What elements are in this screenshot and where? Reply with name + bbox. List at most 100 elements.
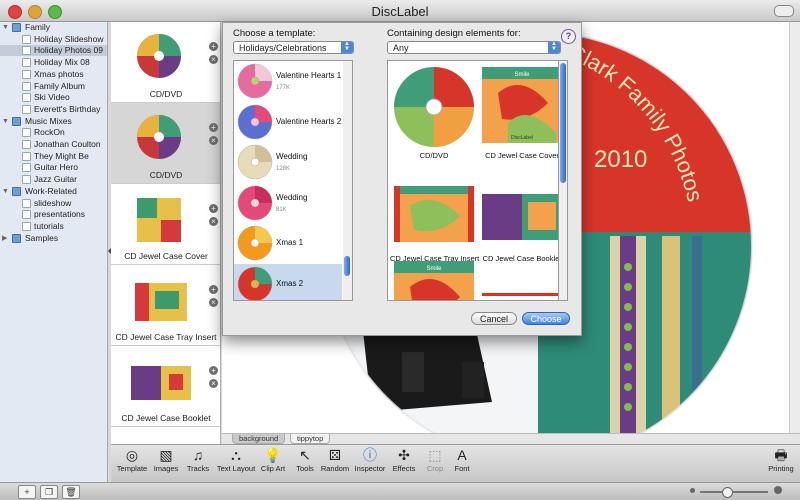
design-elements-grid[interactable]: CD/DVD Smile DiscLabel CD Jewel Case Cover C… bbox=[387, 60, 567, 301]
add-element-icon[interactable]: + bbox=[209, 123, 218, 132]
random-icon: ⚄ bbox=[328, 447, 342, 463]
design-elements-popup[interactable]: Any ▲ ▼ bbox=[387, 41, 561, 54]
add-element-icon[interactable]: + bbox=[209, 366, 218, 375]
thumbnail-0[interactable]: + × CD/DVD bbox=[111, 22, 220, 103]
tool-label: Font bbox=[454, 464, 470, 473]
tool-font-button[interactable]: A Font bbox=[452, 446, 472, 480]
add-element-icon[interactable]: + bbox=[209, 42, 218, 51]
tool-label: Crop bbox=[426, 464, 444, 473]
tool-tracks-button[interactable]: ♫ Tracks bbox=[184, 446, 212, 480]
template-item[interactable]: Xmas 2 bbox=[234, 263, 342, 300]
sidebar-item[interactable]: Jonathan Coulton bbox=[0, 139, 107, 150]
tool-random-button[interactable]: ⚄ Random bbox=[320, 446, 350, 480]
thumbnail-4[interactable]: + × CD Jewel Case Booklet bbox=[111, 346, 220, 427]
sidebar-item[interactable]: Holiday Mix 08 bbox=[0, 57, 107, 68]
template-list-scrollbar[interactable] bbox=[343, 60, 353, 301]
tool-text-layout-button[interactable]: ⛬ Text Layout bbox=[216, 446, 256, 480]
sidebar-item[interactable]: Family Album bbox=[0, 81, 107, 92]
tool-clip-art-button[interactable]: 💡 Clip Art bbox=[258, 446, 288, 480]
sidebar-item[interactable]: RockOn bbox=[0, 127, 107, 138]
sidebar-item[interactable]: Holiday Slideshow bbox=[0, 34, 107, 45]
tool-images-button[interactable]: ▧ Images bbox=[150, 446, 182, 480]
design-element-3[interactable]: CD Jewel Case Booklet bbox=[478, 166, 566, 266]
sidebar-item-label: Guitar Hero bbox=[34, 162, 78, 173]
zoom-slider-knob[interactable] bbox=[722, 487, 733, 498]
sidebar-group[interactable]: ▼ Family bbox=[0, 22, 107, 33]
layer-tab-background[interactable]: background bbox=[232, 434, 286, 444]
design-element-0[interactable]: CD/DVD bbox=[390, 63, 478, 163]
zoom-out-icon[interactable] bbox=[690, 488, 695, 493]
sidebar-group[interactable]: ▶ Samples bbox=[0, 233, 107, 244]
template-item[interactable]: Xmas 1 bbox=[234, 223, 342, 263]
document-icon bbox=[22, 93, 31, 103]
template-item[interactable]: Wedding 128K bbox=[234, 142, 342, 182]
sidebar-item[interactable]: tutorials bbox=[0, 221, 107, 232]
tool-label: Inspector bbox=[354, 464, 386, 473]
template-category-popup[interactable]: Holidays/Celebrations ▲ ▼ bbox=[233, 41, 354, 54]
disclosure-open-icon[interactable]: ▼ bbox=[2, 186, 9, 197]
thumbnail-1[interactable]: + × CD/DVD bbox=[111, 103, 220, 184]
sidebar-item[interactable]: Holiday Photos 09 bbox=[0, 45, 107, 57]
sidebar-item[interactable]: presentations bbox=[0, 209, 107, 220]
design-element-2[interactable]: CD Jewel Case Tray Insert bbox=[390, 166, 479, 266]
thumbnail-preview bbox=[137, 115, 181, 159]
printing-button[interactable]: 🖶 Printing bbox=[764, 446, 798, 480]
zoom-slider-track[interactable] bbox=[700, 491, 768, 493]
canvas-vertical-scrollbar[interactable] bbox=[789, 22, 800, 444]
sidebar-group[interactable]: ▼ Work-Related bbox=[0, 186, 107, 197]
add-element-icon[interactable]: + bbox=[209, 204, 218, 213]
remove-element-icon[interactable]: × bbox=[209, 379, 218, 388]
choose-button[interactable]: Choose bbox=[522, 312, 570, 325]
thumbnail-2[interactable]: + × CD Jewel Case Cover bbox=[111, 184, 220, 265]
tool-tools-button[interactable]: ↖ Tools bbox=[293, 446, 317, 480]
disclosure-open-icon[interactable]: ▼ bbox=[2, 116, 9, 127]
trash-button[interactable]: 🗑 bbox=[62, 485, 80, 499]
label-year-text[interactable]: 2010 bbox=[594, 146, 647, 173]
remove-element-icon[interactable]: × bbox=[209, 298, 218, 307]
remove-element-icon[interactable]: × bbox=[209, 217, 218, 226]
sidebar-item[interactable]: Guitar Hero bbox=[0, 162, 107, 173]
element-banner-text: Smile bbox=[426, 266, 442, 272]
toolbar-toggle-button[interactable] bbox=[774, 5, 794, 17]
tool-label: Text Layout bbox=[216, 464, 256, 473]
sidebar-group[interactable]: ▼ Music Mixes bbox=[0, 115, 107, 127]
sidebar-item[interactable]: slideshow bbox=[0, 198, 107, 209]
add-element-icon[interactable]: + bbox=[209, 285, 218, 294]
disclosure-open-icon[interactable]: ▼ bbox=[2, 22, 9, 33]
sidebar-item[interactable]: They Might Be bbox=[0, 151, 107, 162]
design-elements-scrollbar[interactable] bbox=[558, 60, 568, 301]
tool-inspector-button[interactable]: ⓘ Inspector bbox=[353, 446, 387, 480]
design-element-caption: CD Jewel Case Cover bbox=[485, 151, 559, 160]
remove-element-icon[interactable]: × bbox=[209, 55, 218, 64]
sidebar-item[interactable]: Xmas photos bbox=[0, 69, 107, 80]
template-list[interactable]: Valentine Hearts 1 177K Valentine Hearts 2… bbox=[233, 60, 353, 301]
template-item[interactable]: Valentine Hearts 1 177K bbox=[234, 61, 342, 101]
layer-tab-tippytop[interactable]: tippytop bbox=[290, 434, 331, 444]
sidebar-item[interactable]: Everett's Birthday bbox=[0, 104, 107, 115]
design-element-5[interactable] bbox=[478, 257, 566, 300]
duplicate-button[interactable]: ❐ bbox=[40, 485, 58, 499]
design-elements-scroll-knob[interactable] bbox=[560, 63, 566, 183]
document-thumbnail-strip: + × CD/DVD + × CD/DVD + × CD Jewel Case Cover + × C… bbox=[111, 22, 221, 444]
tool-effects-button[interactable]: ✣ Effects bbox=[390, 446, 418, 480]
sidebar-item[interactable]: Jazz Guitar bbox=[0, 174, 107, 185]
design-element-1[interactable]: Smile DiscLabel CD Jewel Case Cover bbox=[478, 63, 566, 163]
disclosure-closed-icon[interactable]: ▶ bbox=[2, 233, 7, 244]
sidebar-item[interactable]: Ski Video bbox=[0, 92, 107, 103]
tracks-icon: ♫ bbox=[192, 447, 204, 463]
template-list-scroll-knob[interactable] bbox=[344, 256, 350, 276]
design-element-4[interactable]: Smile bbox=[390, 257, 478, 300]
sidebar-group-label: Music Mixes bbox=[25, 115, 72, 126]
cancel-button[interactable]: Cancel bbox=[471, 312, 517, 325]
add-project-button[interactable]: + bbox=[18, 485, 36, 499]
template-disc-preview bbox=[237, 185, 273, 220]
remove-element-icon[interactable]: × bbox=[209, 136, 218, 145]
choose-template-sheet: Choose a template: Holidays/Celebrations… bbox=[222, 22, 582, 336]
thumbnail-3[interactable]: + × CD Jewel Case Tray Insert bbox=[111, 265, 220, 346]
collapse-arrow-icon[interactable] bbox=[108, 248, 111, 254]
zoom-in-icon[interactable] bbox=[774, 486, 782, 494]
tool-template-button[interactable]: ◎ Template bbox=[115, 446, 149, 480]
template-item[interactable]: Wedding 81K bbox=[234, 183, 342, 223]
template-item[interactable]: Valentine Hearts 2 bbox=[234, 102, 342, 142]
help-button[interactable]: ? bbox=[561, 29, 576, 44]
